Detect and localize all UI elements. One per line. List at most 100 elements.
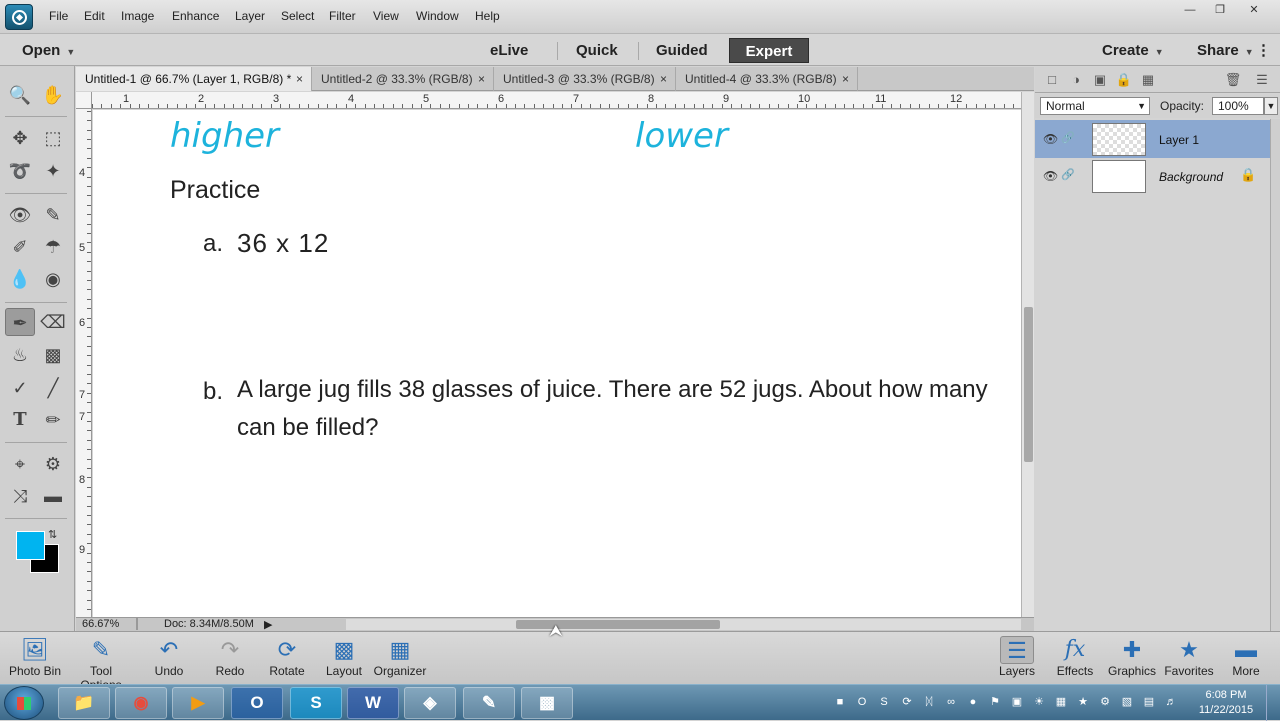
- tray-icon[interactable]: ■: [833, 695, 847, 709]
- foreground-color-swatch[interactable]: [16, 531, 45, 560]
- favorites-button[interactable]: ★ Favorites: [1157, 636, 1221, 684]
- link-icon[interactable]: 🔗: [1061, 168, 1075, 181]
- trash-icon[interactable]: 🗑: [1224, 72, 1242, 88]
- type-tool-icon[interactable]: T: [5, 406, 35, 434]
- tab-elive[interactable]: eLive: [478, 38, 540, 63]
- chrome-icon[interactable]: ◉: [115, 687, 167, 719]
- menu-help[interactable]: Help: [475, 9, 500, 23]
- horizontal-scroll-thumb[interactable]: [516, 620, 720, 629]
- tray-icon[interactable]: ▦: [1054, 695, 1068, 709]
- magic-wand-icon[interactable]: ✦: [38, 157, 68, 185]
- marquee-tool-icon[interactable]: ⬚: [38, 124, 68, 152]
- doc-tab-4[interactable]: Untitled-4 @ 33.3% (RGB/8) ×: [676, 67, 858, 91]
- menu-select[interactable]: Select: [281, 9, 314, 23]
- restore-icon[interactable]: ❐: [1209, 3, 1231, 17]
- healing-brush-icon[interactable]: ✎: [38, 201, 68, 229]
- open-button[interactable]: Open ▼: [10, 38, 87, 63]
- straighten-tool-icon[interactable]: ▬: [38, 482, 68, 510]
- app-icon[interactable]: ▩: [521, 687, 573, 719]
- create-button[interactable]: Create ▼: [1090, 38, 1176, 63]
- tray-icon[interactable]: O: [855, 695, 869, 709]
- tray-icon[interactable]: ⚙: [1098, 695, 1112, 709]
- outlook-icon[interactable]: O: [231, 687, 283, 719]
- elements-icon[interactable]: ◈: [404, 687, 456, 719]
- more-button[interactable]: ▬ More: [1214, 636, 1278, 684]
- show-desktop-button[interactable]: [1266, 685, 1280, 721]
- tray-icon[interactable]: ☀: [1032, 695, 1046, 709]
- tab-expert[interactable]: Expert: [729, 38, 809, 63]
- eyedropper-icon[interactable]: ✓: [5, 374, 35, 402]
- menu-file[interactable]: File: [49, 9, 68, 23]
- tool-options-button[interactable]: ✎Tool Options: [69, 636, 133, 692]
- tray-icon[interactable]: ∞: [944, 695, 958, 709]
- sync-icon[interactable]: ⟳: [900, 695, 914, 709]
- media-icon[interactable]: ▶: [172, 687, 224, 719]
- new-layer-icon[interactable]: □: [1043, 72, 1061, 88]
- tray-icon[interactable]: ●: [966, 695, 980, 709]
- menu-image[interactable]: Image: [121, 9, 154, 23]
- lock-all-icon[interactable]: 🔒: [1115, 72, 1133, 88]
- share-button[interactable]: Share ▼: [1185, 38, 1266, 63]
- panel-scrollbar[interactable]: [1270, 119, 1280, 631]
- move-tool-icon[interactable]: ✥: [5, 124, 35, 152]
- opacity-input[interactable]: 100%: [1212, 97, 1264, 115]
- menu-edit[interactable]: Edit: [84, 9, 105, 23]
- eraser-tool-icon[interactable]: ⌫: [38, 308, 68, 336]
- close-tab-icon[interactable]: ×: [478, 67, 485, 91]
- blend-mode-select[interactable]: Normal ▼: [1040, 97, 1150, 115]
- tray-icon[interactable]: ▣: [1010, 695, 1024, 709]
- volume-icon[interactable]: ♬: [1164, 695, 1178, 709]
- gradient-tool-icon[interactable]: ▩: [38, 341, 68, 369]
- adjustment-layer-icon[interactable]: ◑: [1067, 72, 1085, 88]
- tray-icon[interactable]: ▧: [1120, 695, 1134, 709]
- menu-window[interactable]: Window: [416, 9, 459, 23]
- link-icon[interactable]: 🔗: [1061, 131, 1075, 144]
- status-menu-icon[interactable]: ▶: [264, 618, 272, 631]
- network-icon[interactable]: ▤: [1142, 695, 1156, 709]
- panel-menu-icon[interactable]: ☰: [1253, 72, 1271, 88]
- shape-tool-icon[interactable]: ╱: [38, 374, 68, 402]
- notes-icon[interactable]: ✎: [463, 687, 515, 719]
- effects-button[interactable]: fx Effects: [1043, 636, 1107, 684]
- menu-layer[interactable]: Layer: [235, 9, 265, 23]
- redo-button[interactable]: ↷ Redo: [198, 636, 262, 684]
- document-canvas[interactable]: higher lower Practice a. 36 x 12 b. A la…: [93, 110, 1021, 617]
- clock-date[interactable]: 11/22/2015: [1196, 704, 1256, 716]
- menu-view[interactable]: View: [373, 9, 399, 23]
- horizontal-scrollbar[interactable]: [346, 619, 1021, 630]
- flag-icon[interactable]: ⚑: [988, 695, 1002, 709]
- doc-tab-2[interactable]: Untitled-2 @ 33.3% (RGB/8) ×: [312, 67, 494, 91]
- explorer-icon[interactable]: 📁: [58, 687, 110, 719]
- lock-transparency-icon[interactable]: ▦: [1139, 72, 1157, 88]
- doc-tab-3[interactable]: Untitled-3 @ 33.3% (RGB/8) ×: [494, 67, 676, 91]
- close-icon[interactable]: ✕: [1243, 3, 1265, 17]
- close-tab-icon[interactable]: ×: [660, 67, 667, 91]
- clock-time[interactable]: 6:08 PM: [1196, 689, 1256, 701]
- pencil-tool-icon[interactable]: ✏: [38, 406, 68, 434]
- visibility-eye-icon[interactable]: 👁: [1043, 132, 1058, 146]
- skype-icon[interactable]: S: [290, 687, 342, 719]
- red-eye-tool-icon[interactable]: 👁: [5, 201, 35, 229]
- organizer-button[interactable]: ▦ Organizer: [368, 636, 432, 684]
- doc-tab-1[interactable]: Untitled-1 @ 66.7% (Layer 1, RGB/8) * ×: [76, 67, 312, 91]
- panel-menu-icon[interactable]: ⋮: [1256, 38, 1271, 63]
- recompose-tool-icon[interactable]: ⚙: [38, 450, 68, 478]
- undo-button[interactable]: ↶ Undo: [137, 636, 201, 684]
- layer-mask-icon[interactable]: ▣: [1091, 72, 1109, 88]
- smart-brush-icon[interactable]: ✐: [5, 233, 35, 261]
- layout-button[interactable]: ▩ Layout: [312, 636, 376, 684]
- sponge-tool-icon[interactable]: ◉: [38, 265, 68, 293]
- rotate-button[interactable]: ⟳ Rotate: [255, 636, 319, 684]
- layer-row-layer-1[interactable]: 👁 🔗 Layer 1: [1035, 120, 1270, 158]
- blur-tool-icon[interactable]: 💧: [5, 265, 35, 293]
- vertical-scrollbar[interactable]: [1021, 92, 1034, 617]
- photo-bin-button[interactable]: 🖼 Photo Bin: [3, 636, 67, 684]
- layers-button[interactable]: ☰ Layers: [985, 636, 1049, 684]
- zoom-readout[interactable]: 66.67%: [82, 618, 119, 630]
- menu-filter[interactable]: Filter: [329, 9, 356, 23]
- brush-tool-icon[interactable]: ✒: [5, 308, 35, 336]
- close-tab-icon[interactable]: ×: [296, 67, 303, 91]
- graphics-button[interactable]: ✚ Graphics: [1100, 636, 1164, 684]
- vertical-scroll-thumb[interactable]: [1024, 307, 1033, 462]
- paint-bucket-icon[interactable]: ♨: [5, 341, 35, 369]
